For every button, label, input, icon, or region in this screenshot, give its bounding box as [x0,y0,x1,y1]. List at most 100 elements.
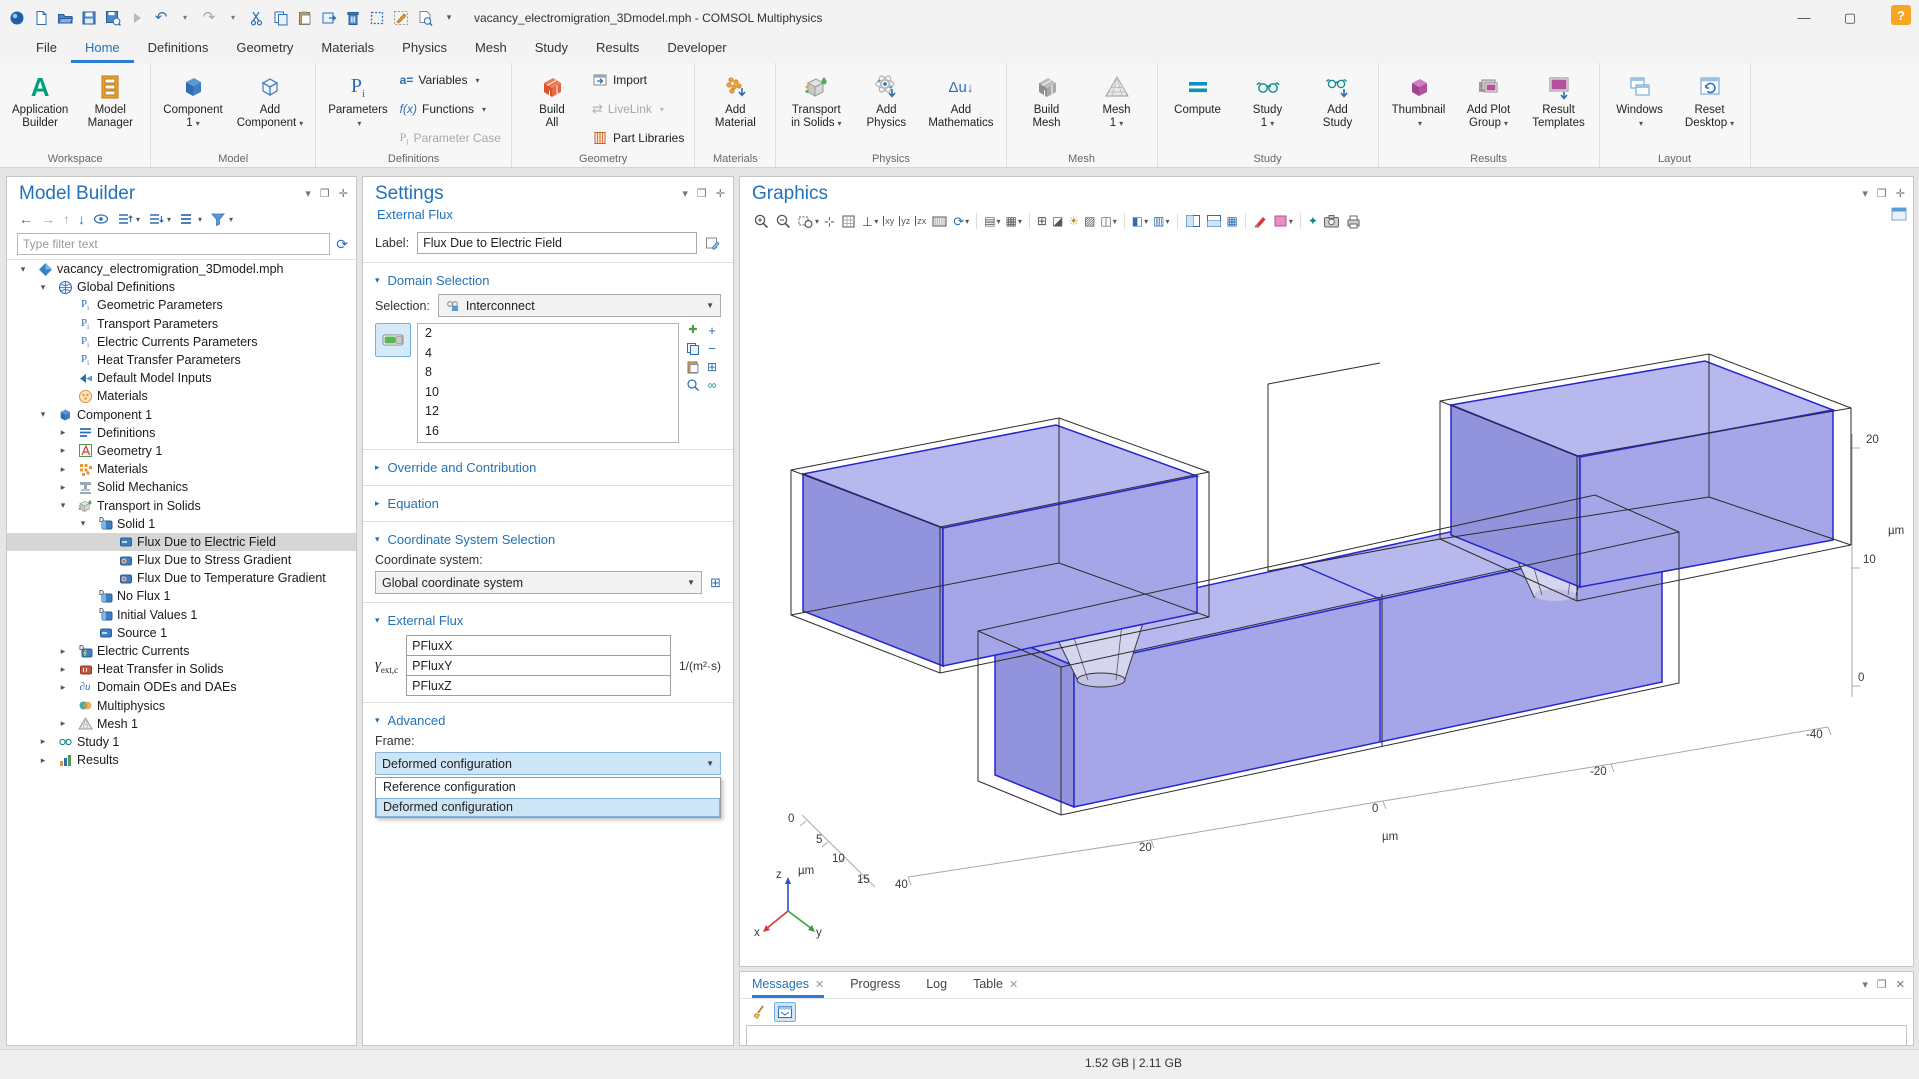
windows-button[interactable]: Windows▾ [1606,67,1674,151]
tree-item[interactable]: ▸Study 1 [7,733,356,751]
selection-list-icon[interactable]: ⊞ [704,359,720,374]
expand-icon[interactable]: ▸ [57,427,69,438]
model-tree-nodes-icon[interactable]: ▾ [179,212,202,226]
print-icon[interactable] [1344,212,1363,231]
tree-item[interactable]: ▸DElectric Currents [7,642,356,660]
redo-menu-icon[interactable]: ▾ [224,9,242,27]
undo-menu-icon[interactable]: ▾ [176,9,194,27]
scene-3d[interactable]: 20100µm40200-20-40µm051015µmxyz [740,229,1913,964]
domain-list-item[interactable]: 12 [418,402,678,422]
back-icon[interactable]: ← [19,212,33,226]
menu-tab-file[interactable]: File [22,35,71,63]
highlight-icon[interactable] [392,9,410,27]
view-selection-icon[interactable]: ∞ [704,377,720,392]
view-xy-icon[interactable]: xy [882,212,895,231]
build-mesh-button[interactable]: BuildMesh [1013,67,1081,151]
refresh-icon[interactable]: ⟳ [336,236,348,253]
menu-tab-home[interactable]: Home [71,35,134,63]
run-icon[interactable] [128,9,146,27]
frame-dropdown[interactable]: Deformed configuration ▼ [375,752,721,775]
menu-tab-definitions[interactable]: Definitions [134,35,223,63]
app-builder-button[interactable]: AApplicationBuilder [6,67,74,151]
material-color-icon[interactable] [1252,212,1269,231]
float-panel-icon[interactable]: ❐ [697,187,707,200]
panel-menu-icon[interactable]: ▾ [1862,187,1868,200]
wireframe-rendering-icon[interactable]: ◫▾ [1099,212,1117,231]
tree-item[interactable]: ▾Global Definitions [7,278,356,296]
transport-button[interactable]: Transportin Solids▾ [782,67,850,151]
grid-icon[interactable]: ⊞ [1036,212,1048,231]
redo-icon[interactable]: ↷ [200,9,218,27]
domain-list-item[interactable]: 16 [418,422,678,442]
add-plot-group-button[interactable]: Add PlotGroup▾ [1455,67,1523,151]
expand-icon[interactable]: ▸ [57,664,69,675]
dock-tab-log[interactable]: Log [926,977,947,998]
move-up-icon[interactable]: ↑ [63,212,70,226]
maximize-button[interactable]: ▢ [1827,0,1873,35]
expand-icon[interactable]: ▸ [57,464,69,475]
zoom-extents-icon[interactable] [839,212,858,231]
select-frame-icon[interactable] [368,9,386,27]
collapse-icon[interactable]: ▾ [77,518,89,529]
copy-icon[interactable] [272,9,290,27]
pin-panel-icon[interactable]: ✛ [1896,187,1905,200]
collapse-icon[interactable]: ▾ [57,500,69,511]
tree-item[interactable]: DInitial Values 1 [7,606,356,624]
duplicate-icon[interactable] [320,9,338,27]
domain-selection-list[interactable]: 248101216 [417,323,679,443]
tree-filter-input[interactable] [17,233,330,255]
frame-option[interactable]: Reference configuration [376,778,720,798]
dock-tab-messages[interactable]: Messages✕ [752,977,824,998]
expand-all-icon[interactable]: ▾ [117,212,140,226]
minimize-button[interactable]: — [1781,0,1827,35]
save-icon[interactable] [80,9,98,27]
plot-in-table-icon[interactable]: ▦ [1226,212,1239,231]
section-override[interactable]: ▸Override and Contribution [363,454,733,481]
tree-item[interactable]: ▸Materials [7,460,356,478]
open-message-window-icon[interactable] [774,1002,796,1022]
overflow-menu-icon[interactable]: ▾ [440,9,458,27]
show-icon[interactable] [93,213,109,225]
save-as-icon[interactable] [104,9,122,27]
transparency-icon[interactable]: ▨ [1083,212,1096,231]
domain-list-item[interactable]: 8 [418,363,678,383]
mesh-button[interactable]: Mesh1▾ [1083,67,1151,151]
section-advanced[interactable]: ▾Advanced [363,707,733,734]
pin-panel-icon[interactable]: ✛ [716,187,725,200]
filter-tree-icon[interactable]: ▾ [210,212,233,226]
tree-item[interactable]: ▸Geometry 1 [7,442,356,460]
panel-menu-icon[interactable]: ▾ [305,187,311,200]
collapse-all-icon[interactable]: ▾ [148,212,171,226]
tree-item[interactable]: Flux Due to Stress Gradient [7,551,356,569]
tree-item[interactable]: ▸∂uDomain ODEs and DAEs [7,678,356,696]
scene-light-icon[interactable]: ☀ [1067,212,1080,231]
thumbnail-button[interactable]: Thumbnail▾ [1385,67,1453,151]
delete-icon[interactable] [344,9,362,27]
close-tab-icon[interactable]: ✕ [815,978,824,991]
build-all-button[interactable]: BuildAll [518,67,586,151]
compute-button[interactable]: Compute [1164,67,1232,151]
expand-icon[interactable]: ▸ [37,736,49,747]
reset-desktop-button[interactable]: ResetDesktop▾ [1676,67,1744,151]
expand-icon[interactable]: ▸ [57,482,69,493]
tree-item[interactable]: ▾Transport in Solids [7,496,356,514]
split-horizontal-icon[interactable] [1184,212,1202,231]
float-panel-icon[interactable]: ❐ [1877,978,1887,991]
import-button[interactable]: Import [592,71,684,89]
remove-from-selection-icon[interactable]: − [704,341,720,356]
expand-icon[interactable]: ▸ [37,755,49,766]
dock-tab-progress[interactable]: Progress [850,977,900,998]
float-panel-icon[interactable]: ❐ [320,187,330,200]
forward-icon[interactable]: → [41,212,55,226]
rotate-icon[interactable]: ⟳▾ [952,212,970,231]
menu-tab-materials[interactable]: Materials [307,35,388,63]
collapse-icon[interactable]: ▾ [17,264,29,275]
pin-panel-icon[interactable]: ✛ [339,187,348,200]
collapse-icon[interactable]: ▾ [37,282,49,293]
view-yz-icon[interactable]: yz [898,212,911,231]
study-button[interactable]: Study1▾ [1234,67,1302,151]
tree-item[interactable]: ▾vacancy_electromigration_3Dmodel.mph [7,260,356,278]
tree-item[interactable]: ▾Component 1 [7,406,356,424]
add-component-button[interactable]: AddComponent▾ [231,67,309,151]
tree-item[interactable]: PiTransport Parameters [7,315,356,333]
